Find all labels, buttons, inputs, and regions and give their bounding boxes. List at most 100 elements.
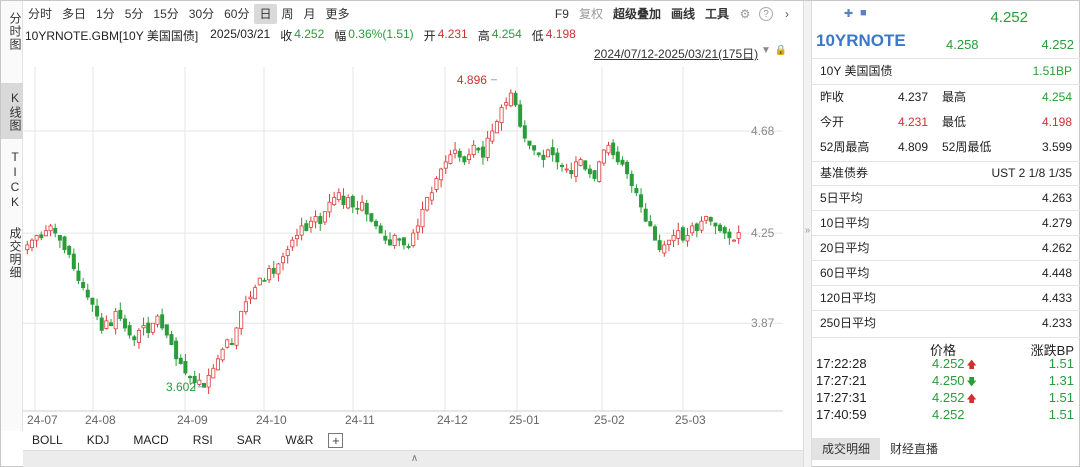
tab-kline[interactable]: K线图 bbox=[1, 83, 23, 139]
toolbar-actions: F9 复权 超级叠加 画线 工具 ⚙ ? › bbox=[550, 4, 798, 24]
f9-button[interactable]: F9 bbox=[550, 4, 574, 24]
candle-body bbox=[550, 147, 555, 156]
candle-body bbox=[169, 334, 174, 345]
period-30min[interactable]: 30分 bbox=[184, 4, 219, 24]
benchmark-row: 基准债券 UST 2 1/8 1/35 bbox=[816, 161, 1076, 185]
high-label: 高 bbox=[477, 29, 490, 43]
candle-body bbox=[592, 170, 597, 179]
restore-button[interactable]: 复权 bbox=[574, 4, 608, 24]
candle-body bbox=[648, 221, 653, 227]
candle-body bbox=[615, 151, 620, 163]
candle-body bbox=[522, 125, 527, 139]
period-multiday[interactable]: 多日 bbox=[57, 4, 91, 24]
kline-chart[interactable]: 3.87 4.25 4.68 24-07 24-08 24-09 24-10 24-11 24-… bbox=[23, 59, 806, 433]
candle-body bbox=[587, 168, 592, 175]
candle-body bbox=[527, 140, 532, 146]
x-tick-label: 25-01 bbox=[509, 413, 540, 427]
x-tick-label: 25-02 bbox=[594, 413, 625, 427]
candle-body bbox=[718, 224, 723, 232]
tick-time: 17:27:31 bbox=[816, 390, 867, 405]
indicator-sar[interactable]: SAR bbox=[228, 433, 271, 447]
period-15min[interactable]: 15分 bbox=[148, 4, 183, 24]
benchmark-value: UST 2 1/8 1/35 bbox=[991, 166, 1073, 180]
stat-value: 4.254 bbox=[1041, 90, 1072, 104]
period-timeshare[interactable]: 分时 bbox=[23, 4, 57, 24]
tab-timeshare[interactable]: 分时图 bbox=[1, 7, 23, 55]
expand-bar[interactable]: ∧ bbox=[23, 450, 806, 467]
candle-body bbox=[657, 240, 662, 251]
candle-body bbox=[406, 246, 411, 248]
add-indicator-icon[interactable]: + bbox=[328, 432, 344, 448]
candle-body bbox=[197, 379, 202, 385]
tick-price: 4.252 bbox=[932, 390, 965, 405]
average-value: 4.263 bbox=[1041, 191, 1072, 205]
quote-info-line: 10YRNOTE.GBM[10Y 美国国债] 2025/03/21 收 4.25… bbox=[25, 27, 576, 43]
low-label: 低 bbox=[531, 29, 544, 43]
period-5min[interactable]: 5分 bbox=[120, 4, 149, 24]
average-row: 120日平均 4.433 bbox=[816, 286, 1076, 310]
candle-body bbox=[285, 249, 290, 256]
candle-body bbox=[118, 309, 123, 319]
benchmark-label: 基准债券 bbox=[820, 166, 869, 180]
tab-tick[interactable]: TICK bbox=[1, 147, 23, 213]
extreme-label: 3.602 bbox=[166, 380, 196, 394]
x-tick-label: 24-08 bbox=[85, 413, 116, 427]
average-row: 10日平均 4.279 bbox=[816, 211, 1076, 235]
lock-icon[interactable]: 🔒 bbox=[775, 45, 787, 56]
candle-body bbox=[248, 296, 253, 300]
quote-window: 分时图 K线图 TICK 成交明细 分时 多日 1分 5分 15分 30分 60… bbox=[0, 0, 1080, 467]
candle-body bbox=[341, 195, 346, 205]
indicator-macd[interactable]: MACD bbox=[124, 433, 177, 447]
period-more[interactable]: 更多 bbox=[321, 4, 355, 24]
period-month[interactable]: 月 bbox=[299, 4, 321, 24]
period-day[interactable]: 日 bbox=[254, 4, 277, 24]
x-tick-label: 24-12 bbox=[437, 413, 468, 427]
settings-gear-icon[interactable]: ⚙ bbox=[737, 6, 753, 22]
add-watch-icon[interactable]: ✚ bbox=[844, 7, 853, 20]
period-60min[interactable]: 60分 bbox=[219, 4, 254, 24]
tools-button[interactable]: 工具 bbox=[700, 4, 734, 24]
candle-body bbox=[239, 310, 244, 329]
period-week[interactable]: 周 bbox=[277, 4, 299, 24]
candle-body bbox=[322, 211, 327, 223]
candle-body bbox=[680, 227, 685, 241]
indicator-kdj[interactable]: KDJ bbox=[78, 433, 119, 447]
stat-value: 3.599 bbox=[1041, 140, 1072, 154]
tab-finance-live[interactable]: 财经直播 bbox=[880, 438, 948, 460]
candle-body bbox=[606, 144, 611, 154]
alert-bell-icon[interactable]: ■ bbox=[860, 7, 867, 19]
help-icon[interactable]: ? bbox=[759, 7, 773, 21]
candle-body bbox=[569, 170, 574, 175]
period-1min[interactable]: 1分 bbox=[91, 4, 120, 24]
candle-body bbox=[634, 188, 639, 194]
sub-change: 1.51BP bbox=[1032, 64, 1072, 78]
candle-body bbox=[573, 161, 578, 177]
collapse-arrow-icon[interactable]: » bbox=[803, 225, 812, 236]
candle-body bbox=[267, 268, 272, 281]
indicator-rsi[interactable]: RSI bbox=[184, 433, 222, 447]
candle-body bbox=[90, 297, 95, 305]
candle-body bbox=[611, 142, 616, 156]
tab-trade-detail[interactable]: 成交明细 bbox=[1, 219, 23, 287]
dropdown-arrow-icon[interactable]: ▼ bbox=[761, 45, 771, 56]
candle-body bbox=[499, 106, 504, 124]
overlay-button[interactable]: 超级叠加 bbox=[608, 4, 666, 24]
indicator-boll[interactable]: BOLL bbox=[23, 433, 72, 447]
tick-price: 4.250 bbox=[932, 373, 965, 388]
candle-body bbox=[53, 227, 58, 234]
candle-body bbox=[722, 227, 727, 234]
candle-body bbox=[429, 192, 434, 201]
candle-body bbox=[25, 244, 30, 251]
candle-body bbox=[136, 329, 141, 343]
x-tick-label: 24-10 bbox=[256, 413, 287, 427]
tab-trade-details[interactable]: 成交明细 bbox=[812, 438, 881, 460]
candle-body bbox=[104, 320, 109, 329]
draw-line-button[interactable]: 画线 bbox=[666, 4, 700, 24]
x-tick-label: 24-09 bbox=[177, 413, 208, 427]
chevron-right-icon[interactable]: › bbox=[779, 6, 795, 22]
indicator-wr[interactable]: W&R bbox=[276, 433, 322, 447]
tick-bp: 1.31 bbox=[1048, 373, 1074, 388]
candle-body bbox=[95, 305, 100, 317]
stat-label: 最低 bbox=[942, 115, 967, 129]
candle-body bbox=[583, 160, 588, 170]
